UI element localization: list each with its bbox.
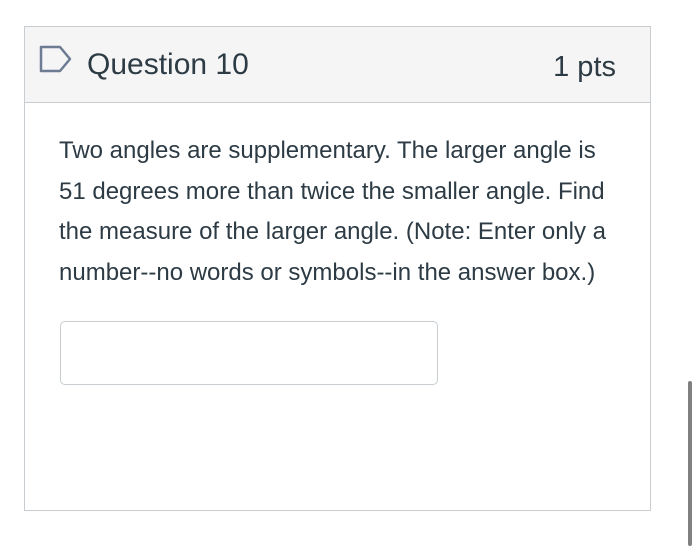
question-title: Question 10 bbox=[87, 48, 249, 81]
question-header: Question 10 1 pts bbox=[25, 27, 650, 103]
question-card: Question 10 1 pts Two angles are supplem… bbox=[24, 26, 651, 511]
flag-icon[interactable] bbox=[39, 45, 73, 73]
question-points: 1 pts bbox=[553, 51, 616, 83]
answer-input[interactable] bbox=[60, 321, 438, 385]
scrollbar-thumb[interactable] bbox=[688, 381, 692, 546]
question-text: Two angles are supplementary. The larger… bbox=[59, 137, 606, 286]
question-body: Two angles are supplementary. The larger… bbox=[25, 103, 650, 293]
